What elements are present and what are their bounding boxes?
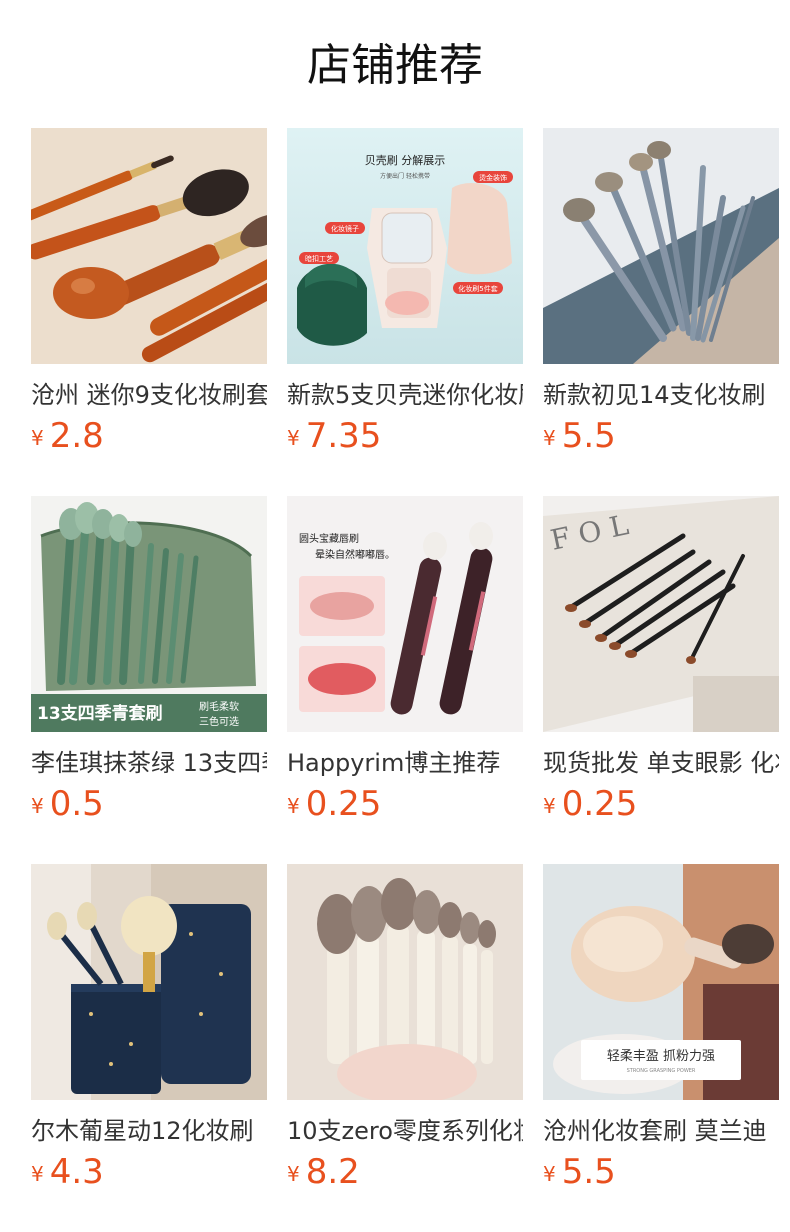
product-grid: 沧州 迷你9支化妆刷套装 ¥2.8 贝壳刷 分解展示 方便出门 轻松携带	[31, 128, 779, 1232]
product-price: ¥5.5	[543, 414, 779, 464]
currency-symbol: ¥	[287, 1162, 300, 1186]
product-image[interactable]	[31, 128, 267, 364]
image-headline: 圆头宝藏唇刷	[299, 532, 359, 545]
product-image[interactable]	[287, 864, 523, 1100]
price-value: 5.5	[561, 416, 616, 456]
product-name[interactable]: 李佳琪抹茶绿 13支四季青套刷	[31, 746, 267, 780]
image-subline: 三色可选	[199, 715, 239, 728]
image-subline: STRONG GRASPING POWER	[627, 1068, 696, 1074]
product-name[interactable]: 尔木葡星动12化妆刷	[31, 1114, 267, 1148]
price-value: 2.8	[49, 416, 104, 456]
currency-symbol: ¥	[543, 794, 556, 818]
product-image[interactable]: 圆头宝藏唇刷 晕染自然嘟嘟唇。	[287, 496, 523, 732]
image-subline: 方便出门 轻松携带	[380, 172, 430, 180]
product-card[interactable]: 13支四季青套刷 刷毛柔软 三色可选 李佳琪抹茶绿 13支四季青套刷 ¥0.5	[31, 496, 267, 864]
currency-symbol: ¥	[287, 426, 300, 450]
price-value: 0.5	[49, 784, 104, 824]
product-name[interactable]: 沧州 迷你9支化妆刷套装	[31, 378, 267, 412]
image-tag: 化妆刷5件套	[458, 284, 497, 293]
product-card[interactable]: 新款初见14支化妆刷 ¥5.5	[543, 128, 779, 496]
image-tag: 化妆镜子	[331, 224, 359, 233]
image-tag: 暗扣工艺	[305, 254, 333, 263]
image-headline: 贝壳刷 分解展示	[365, 153, 446, 167]
product-name[interactable]: 新款5支贝壳迷你化妆刷	[287, 378, 523, 412]
product-name[interactable]: 现货批发 单支眼影 化妆刷	[543, 746, 779, 780]
image-subline: 刷毛柔软	[199, 700, 239, 713]
product-price: ¥2.8	[31, 414, 267, 464]
product-price: ¥0.5	[31, 782, 267, 832]
price-value: 0.25	[305, 784, 382, 824]
currency-symbol: ¥	[287, 794, 300, 818]
image-subline: 晕染自然嘟嘟唇。	[315, 548, 395, 561]
product-card[interactable]: F O L 现货批发 单支眼影 化妆刷	[543, 496, 779, 864]
product-card[interactable]: 尔木葡星动12化妆刷 ¥4.3	[31, 864, 267, 1232]
price-value: 7.35	[305, 416, 382, 456]
product-card[interactable]: 轻柔丰盈 抓粉力强 STRONG GRASPING POWER 沧州化妆套刷 莫…	[543, 864, 779, 1232]
product-price: ¥0.25	[287, 782, 523, 832]
currency-symbol: ¥	[31, 426, 44, 450]
price-value: 4.3	[49, 1152, 104, 1192]
product-card[interactable]: 沧州 迷你9支化妆刷套装 ¥2.8	[31, 128, 267, 496]
product-price: ¥7.35	[287, 414, 523, 464]
product-image[interactable]	[543, 128, 779, 364]
currency-symbol: ¥	[31, 794, 44, 818]
currency-symbol: ¥	[543, 1162, 556, 1186]
product-card[interactable]: 贝壳刷 分解展示 方便出门 轻松携带 烫金装饰 化妆镜子 暗扣工艺 化妆刷5件套…	[287, 128, 523, 496]
product-price: ¥4.3	[31, 1150, 267, 1200]
product-card[interactable]: 10支zero零度系列化妆刷 ¥8.2	[287, 864, 523, 1232]
product-name[interactable]: 新款初见14支化妆刷	[543, 378, 779, 412]
section-title: 店铺推荐	[307, 40, 483, 91]
image-tag: 烫金装饰	[479, 173, 507, 182]
product-image[interactable]: 13支四季青套刷 刷毛柔软 三色可选	[31, 496, 267, 732]
price-value: 8.2	[305, 1152, 360, 1192]
product-image[interactable]: 贝壳刷 分解展示 方便出门 轻松携带 烫金装饰 化妆镜子 暗扣工艺 化妆刷5件套	[287, 128, 523, 364]
product-name[interactable]: Happyrim博主推荐	[287, 746, 523, 780]
product-image[interactable]: 轻柔丰盈 抓粉力强 STRONG GRASPING POWER	[543, 864, 779, 1100]
image-headline: 13支四季青套刷	[37, 703, 163, 724]
price-value: 0.25	[561, 784, 638, 824]
price-value: 5.5	[561, 1152, 616, 1192]
product-price: ¥8.2	[287, 1150, 523, 1200]
product-image[interactable]: F O L	[543, 496, 779, 732]
product-name[interactable]: 沧州化妆套刷 莫兰迪	[543, 1114, 779, 1148]
product-image[interactable]	[31, 864, 267, 1100]
product-price: ¥0.25	[543, 782, 779, 832]
image-headline: 轻柔丰盈 抓粉力强	[607, 1049, 715, 1064]
product-name[interactable]: 10支zero零度系列化妆刷	[287, 1114, 523, 1148]
product-card[interactable]: 圆头宝藏唇刷 晕染自然嘟嘟唇。 Happyrim博主推荐 ¥0.25	[287, 496, 523, 864]
currency-symbol: ¥	[31, 1162, 44, 1186]
currency-symbol: ¥	[543, 426, 556, 450]
product-price: ¥5.5	[543, 1150, 779, 1200]
